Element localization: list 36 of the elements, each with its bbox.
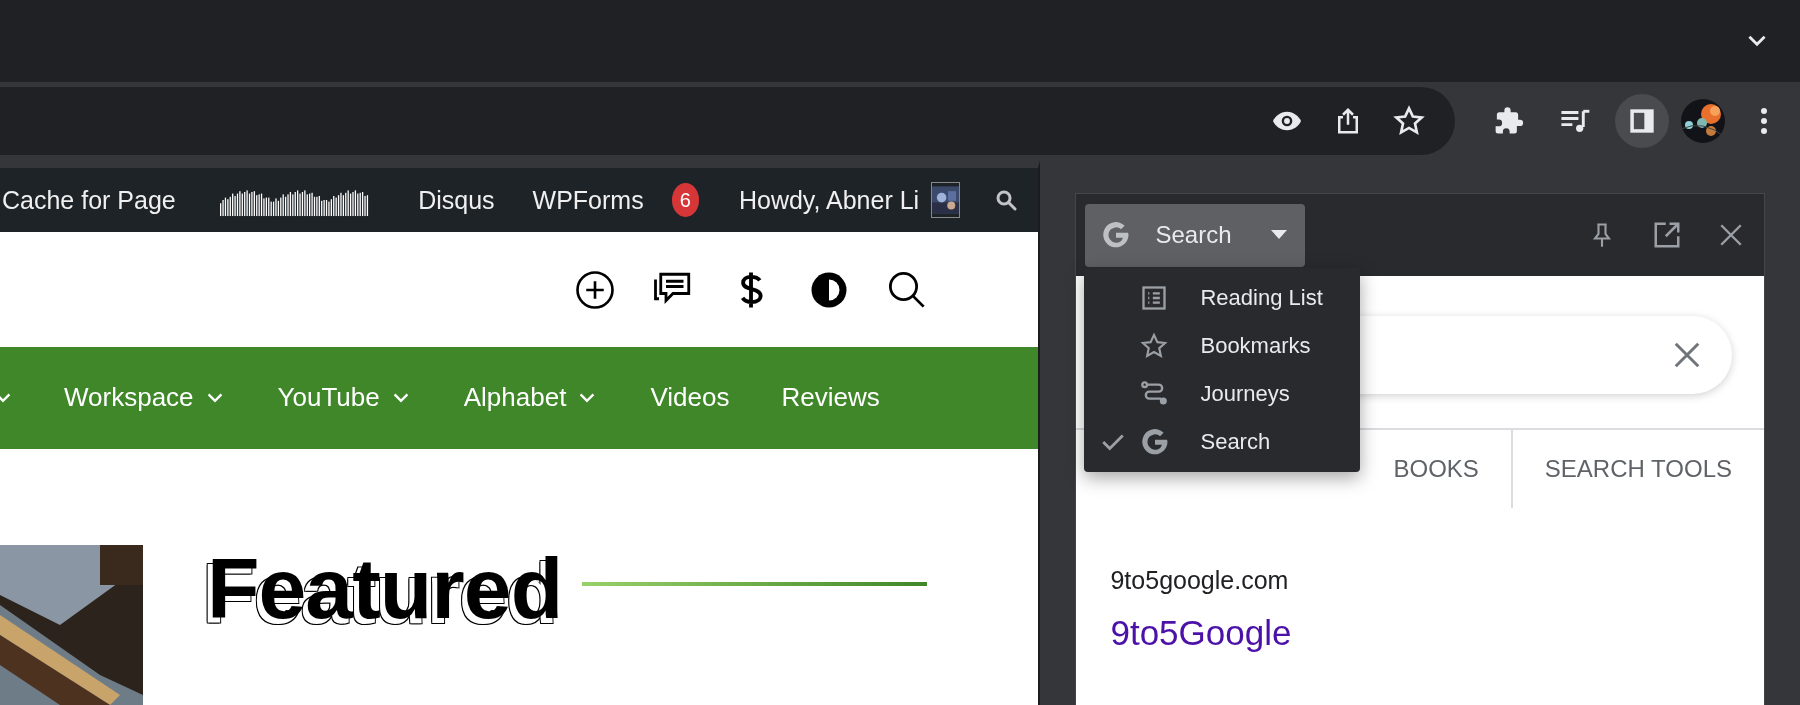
menu-item[interactable]: Reading List [1084,274,1361,322]
search-tab[interactable]: BOOKS [1361,430,1511,508]
result-title[interactable]: 9to5Google [1110,613,1764,653]
admin-bar-link[interactable]: Cache for Page [2,185,176,215]
menu-item[interactable]: Bookmarks [1084,322,1361,370]
menu-item-label: Journeys [1200,381,1290,407]
star-icon [1393,105,1425,137]
menu-item-label: Search [1200,429,1271,455]
result-url: 9to5google.com [1110,566,1290,595]
open-in-new-icon [1652,220,1682,250]
menu-item[interactable]: Search [1084,418,1361,466]
menu-item-label: Bookmarks [1200,333,1311,359]
admin-bar-link[interactable]: Disqus [418,185,495,215]
menu-item-label: Reading List [1200,285,1323,311]
more-vertical-icon [1760,107,1768,135]
clear-icon [1672,340,1702,370]
side-panel-icon [1628,107,1656,135]
nav-link[interactable]: Workspace [64,382,226,414]
nav-link[interactable]: YouTube [277,382,412,414]
search-tab[interactable]: SEARCH TOOLS [1510,430,1764,508]
admin-bar-link[interactable]: Howdy, Abner Li [738,185,920,215]
close-icon [1718,222,1744,248]
nav-link[interactable]: Videos [650,382,730,414]
puzzle-icon [1495,106,1525,136]
list-icon [1140,284,1169,312]
menu-item[interactable]: Journeys [1084,370,1361,418]
star-icon [1140,332,1169,360]
selector-label: Search [1155,221,1232,249]
section-heading: Featured [207,539,563,638]
nav-link[interactable]: Alphabet [463,382,599,414]
admin-bar-link[interactable]: WPForms [532,185,644,215]
dropdown-icon [1269,229,1290,241]
panel-selector[interactable]: Search [1085,203,1306,267]
nav-link[interactable]: Reviews [781,382,880,414]
add-icon [574,268,617,311]
notification-count: 6 [671,183,699,218]
